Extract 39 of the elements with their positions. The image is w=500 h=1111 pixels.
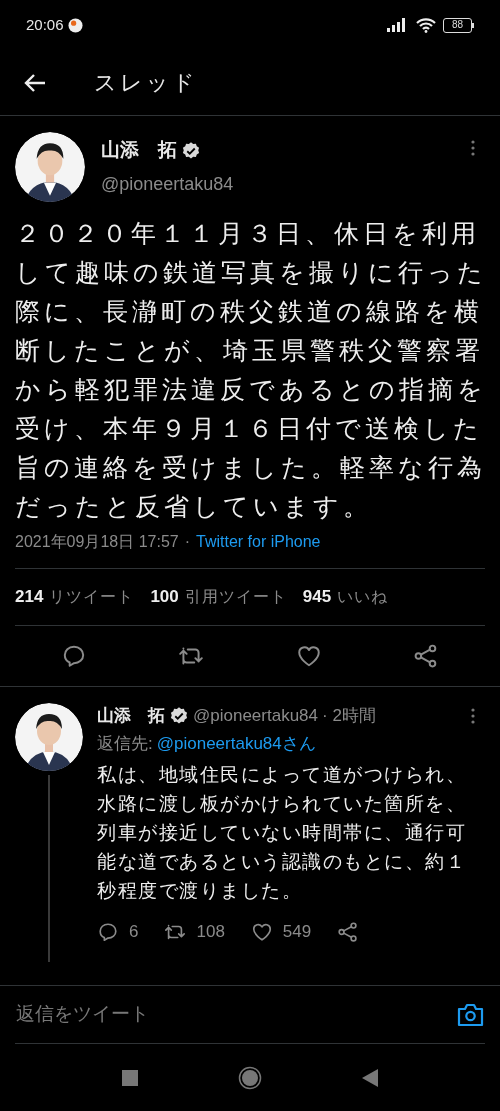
reply-to-label: 返信先: xyxy=(97,732,153,755)
battery-indicator: 88 xyxy=(443,17,474,33)
home-icon[interactable] xyxy=(238,1065,262,1090)
heart-icon[interactable] xyxy=(295,643,322,669)
recents-icon[interactable] xyxy=(122,1069,138,1086)
more-icon[interactable] xyxy=(471,140,475,156)
more-icon[interactable] xyxy=(471,707,475,724)
clock: 20:06 xyxy=(26,14,64,35)
notification-icon xyxy=(67,17,83,33)
back-icon[interactable] xyxy=(362,1068,378,1087)
stat-label[interactable]: 引用ツイート xyxy=(184,585,287,609)
tweet-timestamp: 2021年09月18日 17:57 xyxy=(15,532,179,552)
tweet-text: ２０２０年１１月３日、休日を利用して趣味の鉄道写真を撮りに行った際に、長瀞町の秩父鉄道の線路を横断したことが、埼玉県警秩父警察署から軽犯罪法違反であるとの指摘を受け、本年９月１６日付で送検した旨の連絡を受けました。軽率な行為だったと反省しています。 xyxy=(15,218,487,522)
back-arrow-icon[interactable] xyxy=(24,72,46,93)
avatar[interactable] xyxy=(15,703,83,771)
stat-count: 945 xyxy=(302,586,332,609)
page-title: スレッド xyxy=(94,69,198,97)
reply-text: 私は、地域住民によって道がつけられ、水路に渡し板がかけられていた箇所を、列車が接近していない時間帯に、通行可能な道であるという認識のもとに、約１秒程度で渡りました。 xyxy=(97,763,467,903)
action-count: 108 xyxy=(196,921,225,943)
author-handle: @pioneertaku84 xyxy=(193,705,318,727)
stat-count: 100 xyxy=(150,586,179,609)
wifi-icon xyxy=(415,17,437,33)
reply-input-field[interactable]: 返信をツイート xyxy=(16,1000,149,1029)
camera-icon[interactable] xyxy=(457,1002,484,1027)
author-handle: @pioneertaku84 xyxy=(101,172,235,196)
action-count: 6 xyxy=(129,921,139,943)
source-link[interactable]: Twitter for iPhone xyxy=(196,530,321,554)
mention-link[interactable]: @pioneertaku84さん xyxy=(156,730,316,756)
reply-time: · 2時間 xyxy=(322,705,376,727)
author-name: 山添 拓 xyxy=(97,705,165,727)
share-icon[interactable] xyxy=(337,920,360,943)
stat-label[interactable]: いいね xyxy=(337,585,389,609)
separator-dot: · xyxy=(184,532,190,552)
author-name: 山添 拓 xyxy=(101,138,177,163)
action-count: 549 xyxy=(282,921,312,943)
stat-label[interactable]: リツイート xyxy=(49,585,135,609)
avatar[interactable] xyxy=(15,132,85,202)
reply-icon[interactable] xyxy=(97,920,119,943)
stat-count: 214 xyxy=(15,586,44,609)
